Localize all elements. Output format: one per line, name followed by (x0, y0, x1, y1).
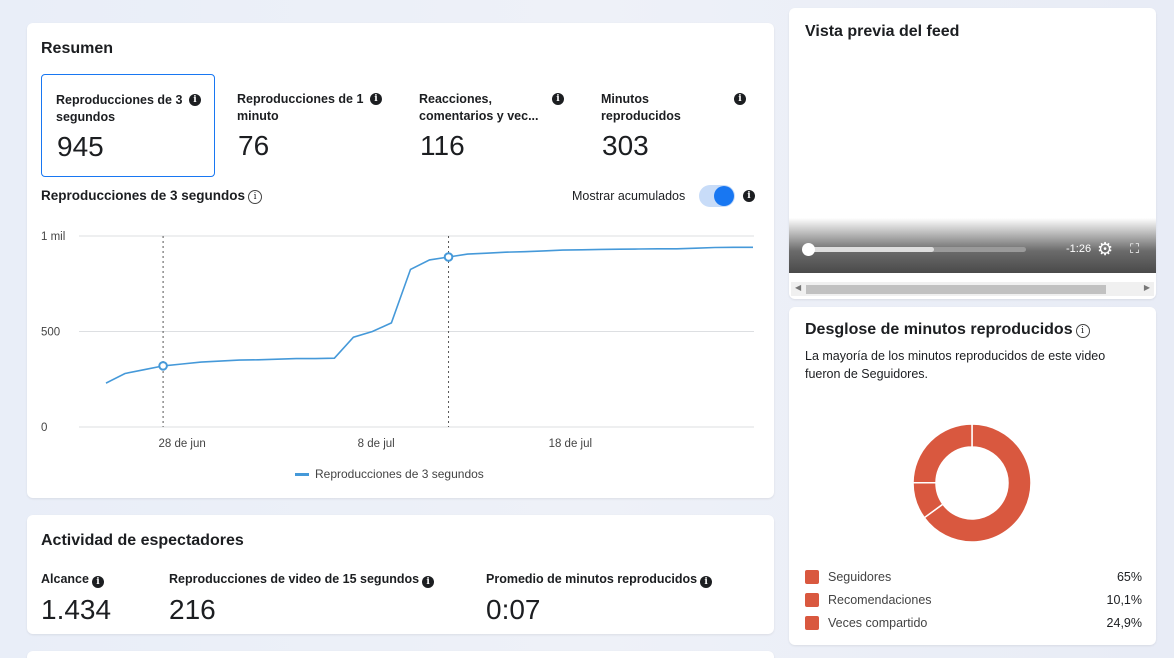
metric-label: Alcance i (41, 572, 104, 588)
y-tick-label: 0 (41, 422, 47, 434)
metric-label: Reproducciones de video de 15 segundos i (169, 572, 435, 588)
breakdown-pct: 65% (1116, 570, 1142, 584)
breakdown-row: Recomendaciones 10,1% (805, 593, 1142, 607)
info-icon[interactable]: i (91, 576, 104, 588)
progress-knob[interactable] (802, 243, 815, 256)
progress-fill (808, 247, 935, 252)
metric-value: 0:07 (486, 594, 541, 625)
metric-15s-views[interactable]: Reproducciones de video de 15 segundos i … (169, 570, 435, 626)
y-tick-label: 1 mil (41, 231, 65, 243)
next-card (27, 651, 774, 658)
metric-reach[interactable]: Alcance i 1.434 (41, 570, 111, 626)
info-icon[interactable]: i (422, 576, 435, 588)
metric-value: 216 (169, 594, 216, 625)
activity-title: Actividad de espectadores (41, 532, 244, 549)
feed-preview-card: Vista previa del feed -1:26 ⚙ ⛶ ◀ ▶ (789, 8, 1156, 299)
data-point-marker (158, 361, 168, 371)
viewer-activity-card: Actividad de espectadores Alcance i 1.434… (27, 515, 774, 634)
video-progress-bar[interactable] (802, 243, 1026, 256)
breakdown-label: Veces compartido (828, 616, 928, 630)
legend-swatch (805, 570, 819, 584)
breakdown-row: Veces compartido 24,9% (805, 616, 1142, 630)
scroll-right-icon[interactable]: ▶ (1144, 283, 1150, 292)
x-tick-label: 18 de jul (549, 438, 592, 450)
legend-label: Reproducciones de 3 segundos (315, 467, 484, 481)
series-line (105, 246, 753, 384)
breakdown-row: Seguidores 65% (805, 570, 1142, 584)
gear-icon[interactable]: ⚙ (1097, 240, 1113, 258)
x-tick-label: 8 de jul (358, 438, 395, 450)
breakdown-label: Seguidores (828, 570, 892, 584)
x-tick-label: 28 de jun (158, 438, 205, 450)
minutes-breakdown-card: Desglose de minutos reproducidos i La may… (789, 307, 1156, 645)
legend-swatch (295, 473, 309, 477)
scroll-left-icon[interactable]: ◀ (795, 283, 801, 292)
info-icon[interactable]: i (700, 576, 713, 588)
breakdown-label: Recomendaciones (828, 593, 932, 607)
y-tick-label: 500 (41, 327, 60, 339)
time-remaining: -1:26 (1066, 243, 1092, 255)
breakdown-pct: 10,1% (1106, 593, 1142, 607)
fullscreen-icon[interactable]: ⛶ (1130, 241, 1139, 257)
metric-label: Promedio de minutos reproducidos i (486, 572, 713, 588)
donut-slice[interactable] (912, 423, 973, 484)
summary-card: Resumen Reproducciones de 3 segundos i 9… (27, 23, 774, 498)
preview-title: Vista previa del feed (805, 23, 960, 40)
line-chart: 1 mil 500 0 28 de jun 8 de jul 18 de jul (41, 231, 754, 450)
legend-swatch (805, 616, 819, 630)
data-point-marker (443, 252, 454, 262)
video-controls: -1:26 ⚙ ⛶ (789, 218, 1156, 273)
chart-legend: Reproducciones de 3 segundos (295, 467, 484, 481)
breakdown-pct: 24,9% (1106, 616, 1142, 630)
horizontal-scrollbar[interactable]: ◀ ▶ (791, 282, 1154, 296)
scrollbar-thumb[interactable] (806, 285, 1106, 294)
legend-swatch (805, 593, 819, 607)
metric-value: 1.434 (41, 594, 112, 625)
metric-avg-minutes[interactable]: Promedio de minutos reproducidos i 0:07 (486, 570, 713, 626)
